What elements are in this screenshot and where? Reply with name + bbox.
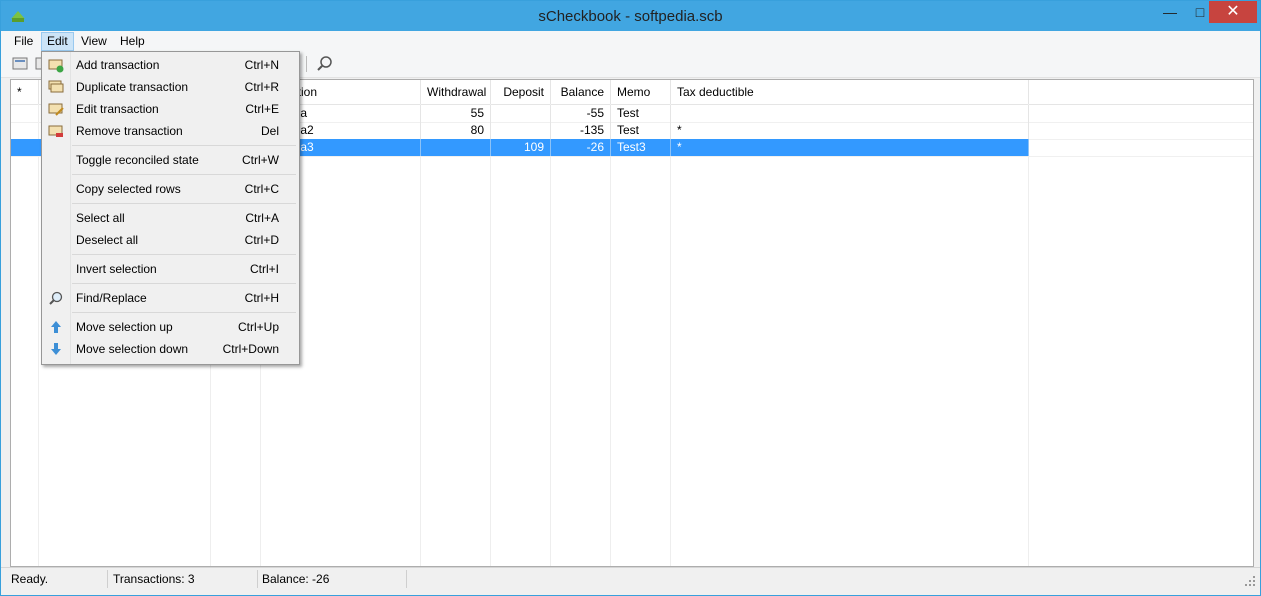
menu-item-deselect-all[interactable]: Deselect all Ctrl+D [44,229,297,251]
status-balance: Balance: -26 [260,570,407,588]
grid-line [38,104,39,566]
grid-line [550,104,551,566]
app-window: sCheckbook - softpedia.scb — □ ✕ File Ed… [0,0,1261,596]
menu-item-label: Move selection down [76,342,189,356]
menu-item-label: Invert selection [76,262,157,276]
menu-item-find-replace[interactable]: Find/Replace Ctrl+H [44,287,297,309]
menu-item-shortcut: Ctrl+Up [237,320,279,334]
column-header-reconciled[interactable]: * [11,80,39,104]
magnifier-icon [49,291,63,305]
menu-item-label: Toggle reconciled state [76,153,199,167]
close-button[interactable]: ✕ [1209,1,1257,23]
grid-line [1028,104,1029,566]
remove-transaction-icon [48,125,63,137]
menu-item-shortcut: Ctrl+R [244,80,279,94]
grid-line [420,104,421,566]
menu-item-add-transaction[interactable]: Add transaction Ctrl+N [44,54,297,76]
menu-view[interactable]: View [76,33,112,50]
cell-tax-deductible[interactable]: * [671,122,1029,139]
menu-help[interactable]: Help [115,33,150,50]
grid-line [490,104,491,566]
cell-balance[interactable]: -26 [551,139,611,156]
menu-separator [72,254,296,255]
menu-item-toggle-reconciled[interactable]: Toggle reconciled state Ctrl+W [44,149,297,171]
duplicate-transaction-icon [48,80,64,93]
edit-transaction-icon [48,103,64,116]
menu-separator [72,283,296,284]
cell-deposit[interactable]: 109 [491,139,551,156]
minimize-button[interactable]: — [1154,1,1186,23]
menu-item-edit-transaction[interactable]: Edit transaction Ctrl+E [44,98,297,120]
toolbar-separator [306,56,307,72]
menu-separator [72,203,296,204]
arrow-down-icon [51,343,61,355]
menu-item-invert-selection[interactable]: Invert selection Ctrl+I [44,258,297,280]
menu-separator [72,312,296,313]
menu-item-duplicate-transaction[interactable]: Duplicate transaction Ctrl+R [44,76,297,98]
menu-item-label: Add transaction [76,58,160,72]
menu-item-shortcut: Ctrl+H [244,291,279,305]
cell-withdrawal[interactable]: 55 [421,105,491,122]
cell-tax-deductible[interactable]: * [671,139,1029,156]
menu-item-label: Find/Replace [76,291,147,305]
menu-item-copy-selected-rows[interactable]: Copy selected rows Ctrl+C [44,178,297,200]
menu-item-label: Select all [76,211,125,225]
menu-item-label: Duplicate transaction [76,80,189,94]
menu-item-label: Edit transaction [76,102,159,116]
new-file-icon[interactable] [11,54,31,74]
menu-item-shortcut: Ctrl+Down [222,342,279,356]
menu-file[interactable]: File [9,33,38,50]
column-header-deposit[interactable]: Deposit [491,80,551,104]
menu-item-label: Move selection up [76,320,173,334]
cell-memo[interactable]: Test [611,105,671,122]
column-header-memo[interactable]: Memo [611,80,671,104]
cell-deposit[interactable] [491,105,551,122]
cell-tax-deductible[interactable] [671,105,1029,122]
title-bar[interactable]: sCheckbook - softpedia.scb — □ ✕ [1,1,1260,31]
menu-item-shortcut: Ctrl+D [244,233,279,247]
cell-memo[interactable]: Test3 [611,139,671,156]
menu-item-remove-transaction[interactable]: Remove transaction Del [44,120,297,142]
menu-item-shortcut: Ctrl+A [245,211,279,225]
menu-item-shortcut: Ctrl+E [245,102,279,116]
column-header-tax-deductible[interactable]: Tax deductible [671,80,1029,104]
menu-item-label: Remove transaction [76,124,183,138]
status-transactions: Transactions: 3 [111,570,258,588]
menu-item-shortcut: Ctrl+I [249,262,279,276]
resize-grip-icon[interactable] [1244,575,1256,587]
menu-separator [72,145,296,146]
edit-menu-dropdown: Add transaction Ctrl+N Duplicate transac… [41,51,300,365]
cell-withdrawal[interactable] [421,139,491,156]
search-icon[interactable] [315,54,335,74]
menu-item-move-selection-down[interactable]: Move selection down Ctrl+Down [44,338,297,360]
grid-line [610,104,611,566]
cell-withdrawal[interactable]: 80 [421,122,491,139]
grid-line [670,104,671,566]
menu-edit[interactable]: Edit [41,32,74,51]
menu-item-label: Deselect all [76,233,139,247]
arrow-up-icon [51,321,61,333]
window-title: sCheckbook - softpedia.scb [538,8,723,25]
cell-balance[interactable]: -55 [551,105,611,122]
status-state: Ready. [9,570,108,588]
cell-deposit[interactable] [491,122,551,139]
menu-item-shortcut: Ctrl+C [244,182,279,196]
menu-bar: File Edit View Help [1,31,1260,51]
menu-item-move-selection-up[interactable]: Move selection up Ctrl+Up [44,316,297,338]
menu-item-shortcut: Ctrl+W [242,153,279,167]
cell-memo[interactable]: Test [611,122,671,139]
menu-item-shortcut: Ctrl+N [244,58,279,72]
column-header-withdrawal[interactable]: Withdrawal [421,80,491,104]
status-bar: Ready. Transactions: 3 Balance: -26 [1,567,1260,590]
menu-separator [72,174,296,175]
column-header-balance[interactable]: Balance [551,80,611,104]
menu-item-label: Copy selected rows [76,182,181,196]
add-transaction-icon [48,59,64,73]
menu-item-shortcut: Del [260,124,279,138]
menu-item-select-all[interactable]: Select all Ctrl+A [44,207,297,229]
cell-balance[interactable]: -135 [551,122,611,139]
